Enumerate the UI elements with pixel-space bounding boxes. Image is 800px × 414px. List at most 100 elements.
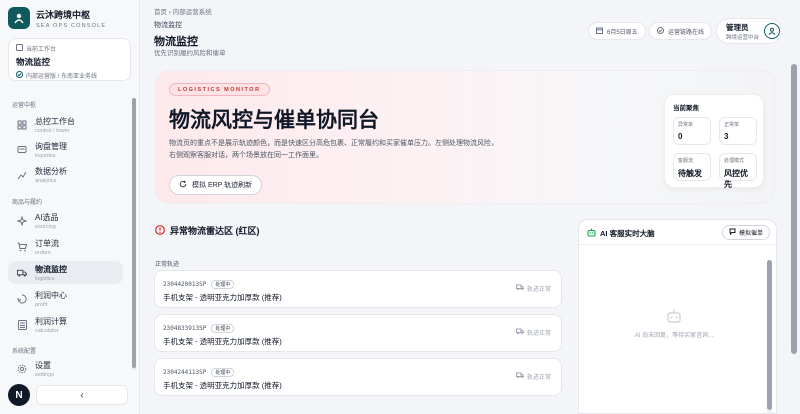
ai-service-panel: AI 客服实时大脑 模拟催单 AI 尚未回复，等待买家咨询...: [578, 219, 777, 414]
hero-description: 物流页的重点不是展示轨迹颜色，而是快速区分高危包裹、正常履约和买家催单压力。左侧…: [169, 140, 498, 159]
sidebar-item-sub: orders: [35, 249, 51, 256]
sidebar-item-profit[interactable]: 利润中心 profit: [8, 287, 123, 310]
brand-logo-icon: [8, 7, 30, 29]
truck-icon: [515, 328, 525, 337]
header: 首页 › 内部运营系统 物流监控 物流监控 优先识别履约风险和催单 6月5日周五…: [140, 0, 800, 60]
truck-icon: [515, 372, 525, 381]
table-row[interactable]: 2304833913SP 处理中 手机支架 - 透明亚克力加厚款 (推荐) 轨迹正…: [154, 314, 562, 352]
table-row[interactable]: 2304244113SP 处理中 手机支架 - 透明亚克力加厚款 (推荐) 轨迹正…: [154, 358, 562, 396]
simulate-urge-label: 模拟催单: [738, 231, 763, 237]
status-pill: 运营链路在线: [649, 22, 713, 40]
track-status: 轨迹正常: [526, 375, 551, 381]
chart-icon: [17, 170, 27, 180]
avatar[interactable]: N: [8, 384, 30, 406]
sidebar-item-orders[interactable]: 订单流 orders: [8, 235, 123, 258]
sidebar-item-label: AI选品: [35, 212, 59, 222]
ai-panel-title: AI 客服实时大脑: [600, 229, 655, 238]
sidebar-item-label: 物流监控: [35, 264, 67, 274]
sidebar-item-label: 数据分析: [35, 166, 67, 176]
sidebar-item-control[interactable]: 总控工作台 control / tower: [8, 113, 123, 136]
focus-value: 风控优先: [724, 169, 748, 189]
calculator-icon: [17, 319, 27, 330]
sidebar-item-label: 利润计算: [35, 316, 67, 326]
status-badge: 处理中: [211, 280, 235, 289]
nav-section-system: 系统配置: [12, 349, 37, 355]
focus-box-service: 客服流 待触发: [673, 153, 711, 181]
user-menu[interactable]: 管理员 跨境运营中台: [716, 18, 782, 44]
sidebar-item-analytics[interactable]: 数据分析 analytics: [8, 163, 123, 186]
brand[interactable]: 云沐跨境中枢 SEA OPS CONSOLE: [8, 7, 106, 29]
track-status: 轨迹正常: [526, 287, 551, 293]
product-name: 手机支架 - 透明亚克力加厚款 (推荐): [163, 337, 282, 346]
main-scrollbar[interactable]: [791, 64, 797, 414]
track-status: 轨迹正常: [526, 331, 551, 337]
sidebar-item-logistics[interactable]: 物流监控 logistics: [8, 261, 123, 284]
sidebar-item-settings[interactable]: 设置 settings: [8, 357, 123, 380]
sidebar-item-sub: profit: [35, 301, 48, 308]
recycle-icon: [17, 293, 27, 304]
current-workspace-card[interactable]: 当前工作台 物流监控 内部运营版 / 东南亚业务线: [8, 38, 131, 81]
sidebar-item-sourcing[interactable]: AI选品 sourcing: [8, 209, 123, 232]
refresh-icon: [179, 180, 187, 190]
focus-key: 客服流: [678, 158, 694, 164]
truck-icon: [17, 268, 27, 278]
tracking-number: 2304833913SP: [163, 325, 207, 332]
focus-key: 处理模式: [724, 158, 745, 164]
focus-box-mode: 处理模式 风控优先: [719, 153, 757, 189]
sidebar-item-calculator[interactable]: 利润计算 calculator: [8, 313, 123, 336]
sidebar-item-sub: control / tower: [35, 127, 70, 134]
truck-icon: [515, 284, 525, 293]
focus-key: 正常单: [724, 122, 740, 128]
breadcrumb[interactable]: 首页 › 内部运营系统: [154, 6, 212, 16]
simulate-urge-button[interactable]: 模拟催单: [721, 225, 770, 240]
brand-subtitle: SEA OPS CONSOLE: [36, 22, 107, 29]
sidebar-item-inquiries[interactable]: 询盘管理 inquiries: [8, 138, 123, 161]
sidebar-item-label: 总控工作台: [35, 116, 75, 126]
sidebar-item-sub: logistics: [35, 275, 55, 282]
ai-empty-message: AI 尚未回复，等待买家咨询...: [634, 333, 714, 339]
user-icon: [764, 23, 781, 39]
ai-panel-scrollbar[interactable]: [767, 260, 772, 414]
sidebar-item-label: 订单流: [35, 238, 59, 248]
collapse-sidebar-button[interactable]: ‹: [36, 385, 128, 405]
sidebar-item-label: 设置: [35, 360, 51, 370]
calendar-icon: [596, 27, 603, 36]
product-name: 手机支架 - 透明亚克力加厚款 (推荐): [163, 293, 282, 302]
radar-title: 异常物流雷达区 (红区): [170, 226, 260, 236]
robot-placeholder-icon: [666, 308, 682, 326]
nav-section-goods: 商品与履约: [12, 200, 43, 206]
robot-icon: [587, 228, 596, 239]
sidebar-item-sub: settings: [35, 371, 54, 378]
table-row[interactable]: 2304420013SP 处理中 手机支架 - 透明亚克力加厚款 (推荐) 轨迹正…: [154, 270, 562, 308]
sidebar-item-label: 利润中心: [35, 290, 67, 300]
sidebar-item-sub: analytics: [35, 177, 57, 184]
focus-box-abnormal: 异常单 0: [673, 117, 711, 145]
date-pill: 6月5日周五: [588, 22, 646, 40]
sidebar-item-sub: inquiries: [35, 152, 56, 159]
hero-title: 物流风控与催单协同台: [169, 109, 379, 132]
focus-value: 待触发: [678, 169, 702, 178]
grid-icon: [17, 120, 27, 130]
current-path: 内部运营版 / 东南亚业务线: [26, 74, 98, 80]
focus-value: 3: [724, 132, 729, 141]
user-name: 管理员: [726, 22, 749, 32]
cart-icon: [17, 242, 27, 252]
tracking-number: 2304420013SP: [163, 281, 207, 288]
user-role: 跨境运营中台: [726, 34, 760, 41]
sidebar-item-label: 询盘管理: [35, 141, 67, 151]
status-badge: 处理中: [211, 368, 235, 377]
focus-value: 0: [678, 132, 683, 141]
refresh-erp-label: 模拟 ERP 轨迹刷新: [192, 182, 253, 189]
page-description: 优先识别履约风险和催单: [154, 50, 226, 57]
refresh-erp-button[interactable]: 模拟 ERP 轨迹刷新: [169, 175, 263, 195]
hero-tag: LOGISTICS MONITOR: [169, 83, 270, 96]
gear-icon: [17, 364, 27, 374]
normal-track-section: 正常轨迹: [155, 262, 180, 268]
check-circle-icon: [657, 26, 664, 36]
current-label: 当前工作台: [26, 47, 57, 53]
check-circle-icon: [16, 71, 23, 80]
sidebar-scrollbar[interactable]: [132, 98, 136, 370]
current-name: 物流监控: [16, 57, 51, 67]
brand-title: 云沐跨境中枢: [36, 9, 91, 20]
product-name: 手机支架 - 透明亚克力加厚款 (推荐): [163, 381, 282, 390]
